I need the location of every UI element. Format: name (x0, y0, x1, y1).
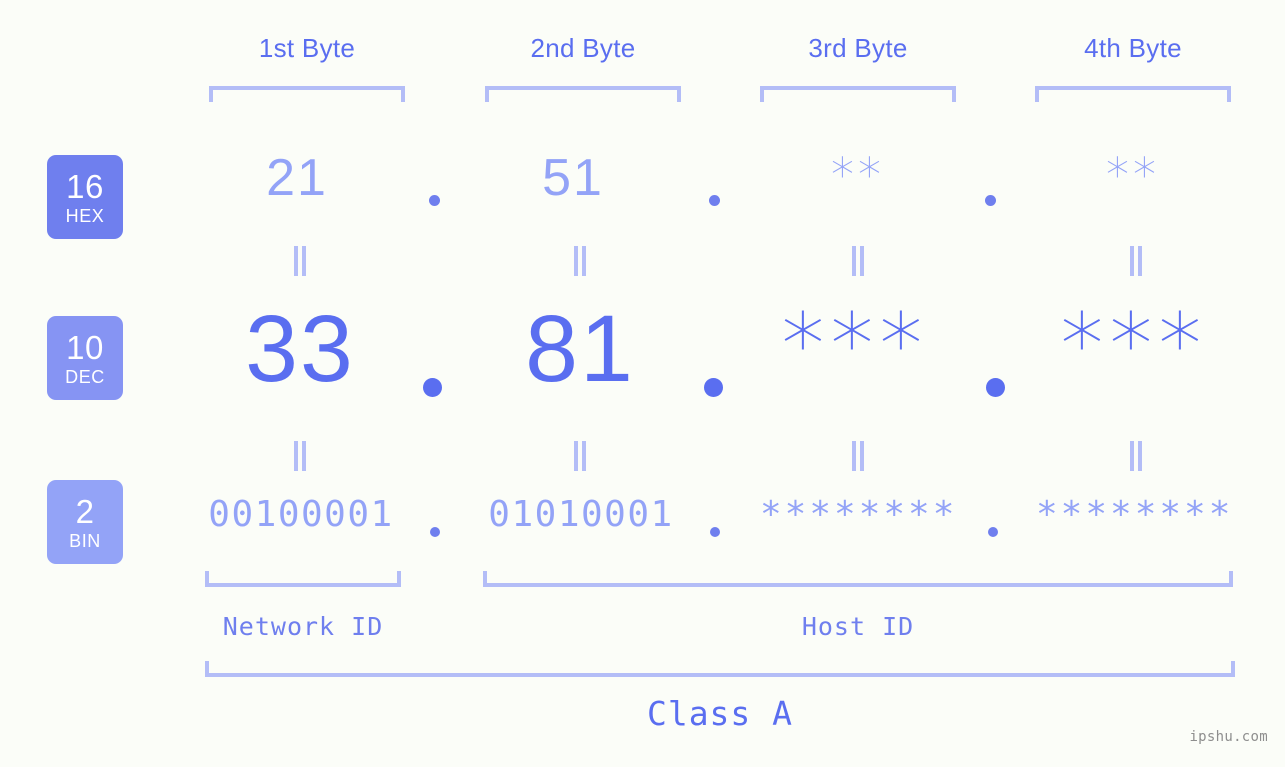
base-badge-hex-number: 16 (66, 167, 104, 205)
hex-byte-4: ** (1106, 148, 1160, 202)
hex-separator-3 (985, 195, 996, 206)
network-id-bracket (205, 571, 401, 587)
bin-separator-3 (988, 527, 998, 537)
dec-byte-3: *** (781, 295, 929, 395)
host-id-label: Host ID (801, 612, 915, 641)
base-badge-bin: 2 BIN (47, 480, 123, 564)
class-bracket (205, 661, 1235, 677)
bin-byte-1: 00100001 (208, 494, 394, 535)
hex-separator-1 (429, 195, 440, 206)
equals-connector-dec-bin-1 (293, 441, 307, 471)
host-id-bracket (483, 571, 1233, 587)
base-badge-bin-name: BIN (69, 530, 101, 551)
byte-header-1: 1st Byte (258, 33, 356, 63)
byte-bracket-top-3 (760, 86, 956, 102)
equals-connector-hex-dec-3 (851, 246, 865, 276)
hex-byte-3: ** (831, 148, 885, 202)
hex-byte-1: 21 (266, 149, 328, 207)
equals-connector-hex-dec-1 (293, 246, 307, 276)
equals-connector-hex-dec-2 (573, 246, 587, 276)
dec-byte-2: 81 (525, 296, 635, 402)
byte-header-2: 2nd Byte (530, 33, 636, 63)
base-badge-dec-name: DEC (65, 366, 105, 387)
class-label: Class A (646, 694, 794, 733)
base-badge-hex: 16 HEX (47, 155, 123, 239)
bin-byte-3: ******** (760, 494, 958, 535)
dec-separator-3 (986, 378, 1005, 397)
byte-header-4: 4th Byte (1084, 33, 1182, 63)
bin-byte-4: ******** (1036, 494, 1234, 535)
network-id-label: Network ID (222, 612, 384, 641)
base-badge-dec: 10 DEC (47, 316, 123, 400)
hex-byte-2: 51 (542, 149, 604, 207)
dec-byte-1: 33 (245, 296, 355, 402)
equals-connector-dec-bin-2 (573, 441, 587, 471)
dec-separator-2 (704, 378, 723, 397)
ip-byte-diagram: 1st Byte 2nd Byte 3rd Byte 4th Byte 16 H… (0, 0, 1285, 767)
byte-bracket-top-2 (485, 86, 681, 102)
byte-bracket-top-4 (1035, 86, 1231, 102)
site-watermark: ipshu.com (1189, 729, 1268, 745)
bin-separator-1 (430, 527, 440, 537)
base-badge-bin-number: 2 (75, 492, 95, 530)
bin-separator-2 (710, 527, 720, 537)
dec-separator-1 (423, 378, 442, 397)
dec-byte-4: *** (1060, 295, 1208, 395)
equals-connector-dec-bin-4 (1129, 441, 1143, 471)
byte-header-3: 3rd Byte (808, 33, 908, 63)
equals-connector-dec-bin-3 (851, 441, 865, 471)
hex-separator-2 (709, 195, 720, 206)
equals-connector-hex-dec-4 (1129, 246, 1143, 276)
base-badge-hex-name: HEX (65, 205, 105, 226)
byte-bracket-top-1 (209, 86, 405, 102)
base-badge-dec-number: 10 (66, 328, 104, 366)
bin-byte-2: 01010001 (488, 494, 674, 535)
